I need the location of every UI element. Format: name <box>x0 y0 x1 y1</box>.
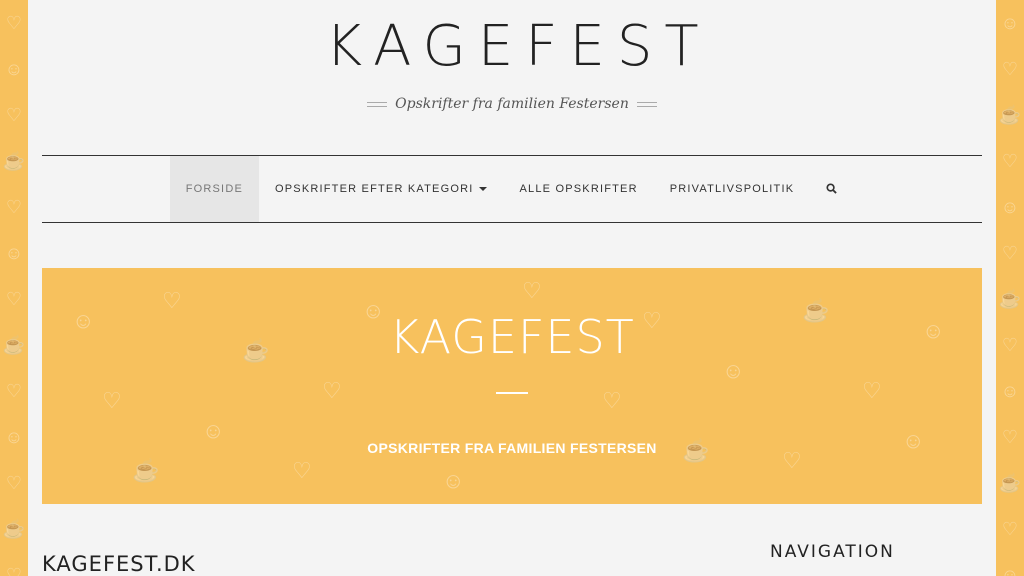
right-background-pattern: ☺ ♡ ☕ ♡ ☺ ♡ ☕ ♡ ☺ ♡ ☕ ♡ ☺ <box>998 13 1022 576</box>
hero-divider <box>496 392 528 394</box>
nav-item-privatlivspolitik[interactable]: PRIVATLIVSPOLITIK <box>654 156 811 222</box>
hero-banner: ☺ ♡ ☕ ♡ ☺ ♡ ☺ ♡ ☕ ♡ ☺ ☕ ♡ ☺ ☕ ♡ ☺ ♡ ☺ ♡ … <box>42 268 982 504</box>
tagline-left-divider <box>367 101 388 107</box>
tagline-right-divider <box>636 101 657 107</box>
hero-title: KAGEFEST <box>389 310 635 364</box>
caret-down-icon <box>479 187 488 191</box>
nav-item-label: FORSIDE <box>185 183 243 195</box>
nav-item-opskrifter-efter-kategori[interactable]: OPSKRIFTER EFTER KATEGORI <box>259 156 503 222</box>
hero-background-pattern: ☺ ♡ ☕ ♡ ☺ ♡ ☺ ♡ ☕ ♡ ☺ ☕ ♡ ☺ ☕ ♡ ☺ ♡ ☺ ♡ <box>72 278 945 493</box>
nav-item-label: ALLE OPSKRIFTER <box>519 183 638 195</box>
nav-search-button[interactable] <box>810 156 854 222</box>
page-container: KAGEFEST Opskrifter fra familien Festers… <box>28 0 996 576</box>
tagline-wrapper: Opskrifter fra familien Festersen <box>28 96 996 112</box>
search-icon <box>826 183 838 195</box>
post-title[interactable]: KAGEFEST.DK <box>42 552 196 576</box>
nav-item-alle-opskrifter[interactable]: ALLE OPSKRIFTER <box>503 156 653 222</box>
nav-item-forside[interactable]: FORSIDE <box>169 156 259 222</box>
site-tagline: Opskrifter fra familien Festersen <box>395 96 629 112</box>
sidebar-widget-title: NAVIGATION <box>770 542 895 562</box>
site-title[interactable]: KAGEFEST <box>28 14 996 79</box>
main-navigation: FORSIDE OPSKRIFTER EFTER KATEGORI ALLE O… <box>42 155 982 223</box>
hero-subtitle: OPSKRIFTER FRA FAMILIEN FESTERSEN <box>367 440 657 456</box>
left-background-pattern: ♡ ☺ ♡ ☕ ♡ ☺ ♡ ☕ ♡ ☺ ♡ ☕ ♡ <box>2 13 26 576</box>
site-header: KAGEFEST Opskrifter fra familien Festers… <box>28 0 996 155</box>
nav-item-label: OPSKRIFTER EFTER KATEGORI <box>275 183 474 195</box>
nav-item-label: PRIVATLIVSPOLITIK <box>669 183 795 195</box>
